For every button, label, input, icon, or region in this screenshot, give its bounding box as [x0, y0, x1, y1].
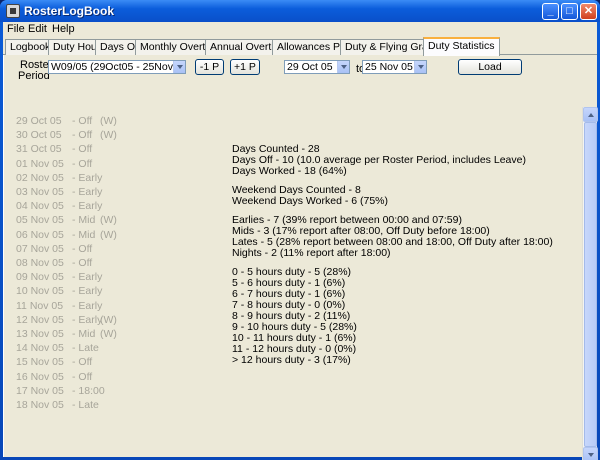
- stat-line: Weekend Days Worked - 6 (75%): [232, 195, 389, 207]
- vertical-scrollbar[interactable]: [582, 107, 598, 460]
- stat-line: Days Worked - 18 (64%): [232, 165, 347, 177]
- client-area: File Edit Help Logbook Duty Hours Days O…: [3, 22, 598, 460]
- tab-strip: Logbook Duty Hours Days Off Monthly Over…: [3, 37, 597, 56]
- day-date: 10 Nov 05: [16, 285, 64, 298]
- day-date: 13 Nov 05: [16, 328, 64, 340]
- day-shift: - Early: [72, 171, 103, 184]
- day-shift: - Late: [72, 399, 99, 411]
- day-date: 07 Nov 05: [16, 242, 64, 255]
- day-shift: - Late: [72, 342, 99, 355]
- day-date: 05 Nov 05: [16, 214, 64, 227]
- tab-duty-statistics[interactable]: Duty Statistics: [423, 37, 500, 56]
- weekend-marker: (W): [100, 115, 117, 127]
- day-shift: - Early: [72, 186, 103, 198]
- app-icon: [6, 4, 20, 18]
- window-title: RosterLogBook: [24, 4, 114, 18]
- chevron-down-icon[interactable]: [173, 61, 185, 73]
- weekend-marker: (W): [100, 313, 117, 326]
- day-shift: - Mid: [72, 328, 96, 340]
- day-date: 16 Nov 05: [16, 370, 64, 383]
- weekend-marker: (W): [100, 328, 117, 340]
- day-shift: - Early: [72, 299, 103, 312]
- day-shift: - Mid: [72, 228, 96, 241]
- scroll-down-button[interactable]: [583, 447, 598, 460]
- day-shift: - Off: [72, 157, 93, 170]
- to-date-picker[interactable]: 25 Nov 05: [362, 60, 427, 74]
- day-date: 03 Nov 05: [16, 186, 64, 198]
- chevron-down-icon[interactable]: [337, 61, 349, 73]
- day-date: 12 Nov 05: [16, 313, 64, 326]
- menu-help[interactable]: Help: [52, 23, 75, 35]
- minimize-button[interactable]: _: [542, 3, 559, 20]
- day-date: 11 Nov 05: [16, 299, 64, 312]
- weekend-marker: (W): [100, 129, 117, 142]
- menu-file[interactable]: File: [7, 23, 25, 35]
- day-shift: - Off: [72, 129, 93, 142]
- day-shift: - Early: [72, 313, 103, 326]
- day-date: 30 Oct 05: [16, 129, 62, 142]
- app-window: RosterLogBook _ □ ✕ File Edit Help Logbo…: [0, 0, 600, 460]
- day-shift: - Off: [72, 115, 93, 127]
- day-shift: - Off: [72, 143, 93, 156]
- chevron-down-icon[interactable]: [414, 61, 426, 73]
- day-shift: - Mid: [72, 214, 96, 227]
- day-date: 04 Nov 05: [16, 200, 64, 213]
- menu-bar: File Edit Help: [3, 22, 597, 36]
- day-shift: - 18:00: [72, 384, 105, 397]
- previous-period-button[interactable]: -1 P: [195, 59, 224, 75]
- scroll-up-button[interactable]: [583, 107, 598, 122]
- day-date: 31 Oct 05: [16, 143, 62, 156]
- menu-edit[interactable]: Edit: [28, 23, 47, 35]
- roster-period-select[interactable]: W09/05 (29Oct05 - 25Nov05): [48, 60, 186, 74]
- weekend-marker: (W): [100, 214, 117, 227]
- day-date: 02 Nov 05: [16, 171, 64, 184]
- day-date: 18 Nov 05: [16, 399, 64, 411]
- day-shift: - Off: [72, 370, 93, 383]
- weekend-marker: (W): [100, 228, 117, 241]
- day-shift: - Off: [72, 356, 93, 369]
- vertical-scroll-thumb[interactable]: [584, 122, 597, 447]
- day-date: 08 Nov 05: [16, 257, 64, 269]
- day-date: 14 Nov 05: [16, 342, 64, 355]
- day-shift: - Early: [72, 285, 103, 298]
- day-date: 06 Nov 05: [16, 228, 64, 241]
- day-date: 29 Oct 05: [16, 115, 62, 127]
- load-button[interactable]: Load: [458, 59, 522, 75]
- day-date: 09 Nov 05: [16, 271, 64, 284]
- stat-line: > 12 hours duty - 3 (17%): [232, 354, 351, 366]
- next-period-button[interactable]: +1 P: [230, 59, 260, 75]
- day-shift: - Off: [72, 257, 93, 269]
- day-shift: - Off: [72, 242, 93, 255]
- close-button[interactable]: ✕: [580, 3, 597, 20]
- day-shift: - Early: [72, 200, 103, 213]
- day-date: 17 Nov 05: [16, 384, 64, 397]
- day-shift: - Early: [72, 271, 103, 284]
- maximize-button[interactable]: □: [561, 3, 578, 20]
- day-date: 15 Nov 05: [16, 356, 64, 369]
- from-date-picker[interactable]: 29 Oct 05: [284, 60, 350, 74]
- day-date: 01 Nov 05: [16, 157, 64, 170]
- title-bar[interactable]: RosterLogBook _ □ ✕: [0, 0, 600, 22]
- stat-line: Nights - 2 (11% report after 18:00): [232, 247, 391, 259]
- duty-statistics-panel: Roster Period W09/05 (29Oct05 - 25Nov05)…: [3, 55, 598, 460]
